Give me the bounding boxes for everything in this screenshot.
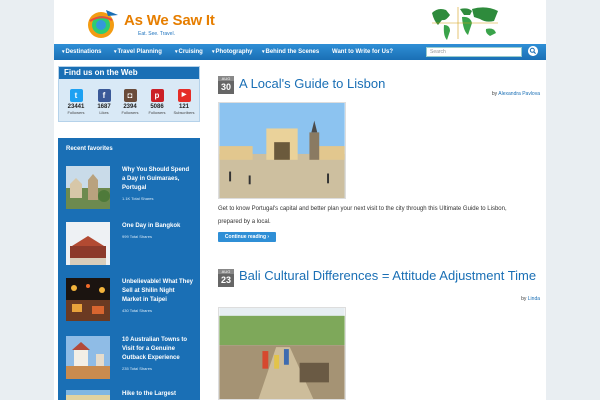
site-title: As We Saw It (124, 12, 215, 29)
post-title[interactable]: A Local's Guide to Lisbon (239, 76, 385, 91)
post-title[interactable]: Bali Cultural Differences = Attitude Adj… (239, 268, 539, 283)
recent-item-title: Why You Should Spend a Day in Guimaraes,… (122, 167, 190, 191)
social-label: Likes (99, 110, 109, 115)
world-map-icon (428, 3, 502, 43)
site-tagline: Eat. See. Travel. (138, 31, 175, 37)
twitter-icon: t (69, 89, 83, 102)
social-pinterest[interactable]: p 5086 Followers (146, 89, 168, 115)
nav-item-write-for-us[interactable]: Want to Write for Us? (332, 44, 393, 60)
post-author-link[interactable]: Linda (528, 296, 540, 302)
recent-thumbnail (66, 166, 110, 209)
recent-item-shares: 235 Total Shares (122, 366, 152, 371)
social-twitter[interactable]: t 23441 Followers (65, 89, 87, 115)
facebook-icon: f (97, 89, 111, 102)
chevron-down-icon: ▾ (114, 49, 117, 55)
post-image[interactable] (218, 307, 346, 400)
post-image[interactable] (218, 102, 346, 199)
post-author: by Linda (521, 296, 540, 302)
nav-item-cruising[interactable]: ▾Cruising (175, 44, 203, 60)
instagram-icon: ◘ (123, 89, 137, 102)
sidebar: Find us on the Web t 23441 Followers f 1… (58, 66, 200, 400)
post-excerpt: Get to know Portugal's capital and bette… (218, 206, 507, 225)
recent-item-shares: 430 Total Shares (122, 308, 152, 313)
site-logo[interactable]: As We Saw It Eat. See. Travel. (86, 6, 215, 40)
chevron-down-icon: ▾ (62, 49, 65, 55)
pinterest-icon: p (150, 89, 164, 102)
post-date-badge: AUG 30 (218, 76, 234, 94)
main-content: AUG 30 A Local's Guide to Lisbon by Alex… (218, 66, 540, 400)
social-facebook[interactable]: f 1687 Likes (93, 89, 115, 115)
youtube-icon: ▶ (177, 89, 191, 102)
recent-thumbnail (66, 390, 110, 400)
recent-item-title: Hike to the Largest (122, 391, 177, 397)
recent-item-title: Unbelievable! What They Sell at Shilin N… (122, 279, 194, 303)
site-header: As We Saw It Eat. See. Travel. (54, 0, 546, 44)
post-author: by Alexandra Pavlova (491, 91, 540, 97)
find-us-widget: Find us on the Web t 23441 Followers f 1… (58, 66, 200, 122)
social-label: Followers (148, 110, 166, 115)
chevron-down-icon: ▾ (262, 49, 265, 55)
social-label: Followers (67, 110, 85, 115)
social-youtube[interactable]: ▶ 121 Subscribers (173, 89, 195, 115)
search-icon[interactable] (528, 46, 538, 56)
post-author-link[interactable]: Alexandra Pavlova (498, 91, 540, 97)
continue-reading-button[interactable]: Continue reading › (218, 232, 276, 242)
chevron-down-icon: ▾ (212, 49, 215, 55)
recent-item-shares: 999 Total Shares (122, 234, 152, 239)
recent-item-title: 10 Australian Towns to Visit for a Genui… (122, 337, 188, 361)
post-date-badge: AUG 23 (218, 269, 234, 287)
recent-favorites-title: Recent favorites (66, 146, 113, 152)
find-us-title: Find us on the Web (59, 67, 199, 79)
nav-item-travel-planning[interactable]: ▾Travel Planning (114, 44, 162, 60)
nav-item-photography[interactable]: ▾Photography (212, 44, 253, 60)
social-instagram[interactable]: ◘ 2394 Followers (119, 89, 141, 115)
logo-globe-icon (88, 10, 118, 38)
nav-item-destinations[interactable]: ▾Destinations (62, 44, 102, 60)
page: As We Saw It Eat. See. Travel. ▾Destinat… (54, 0, 546, 400)
recent-item-shares: 1.1K Total Shares (122, 196, 154, 201)
recent-thumbnail (66, 222, 110, 265)
search-input[interactable]: Search (426, 47, 522, 57)
recent-thumbnail (66, 278, 110, 321)
social-label: Followers (121, 110, 139, 115)
chevron-down-icon: ▾ (175, 49, 178, 55)
main-nav: ▾Destinations ▾Travel Planning ▾Cruising… (54, 44, 546, 60)
social-label: Subscribers (173, 110, 195, 115)
recent-favorites-widget: Recent favorites Why You Should Spend a … (58, 138, 200, 400)
recent-thumbnail (66, 336, 110, 379)
nav-item-behind-the-scenes[interactable]: ▾Behind the Scenes (262, 44, 319, 60)
post-day: 30 (220, 82, 231, 92)
recent-item-title: One Day in Bangkok (122, 223, 181, 229)
post-day: 23 (220, 275, 231, 285)
